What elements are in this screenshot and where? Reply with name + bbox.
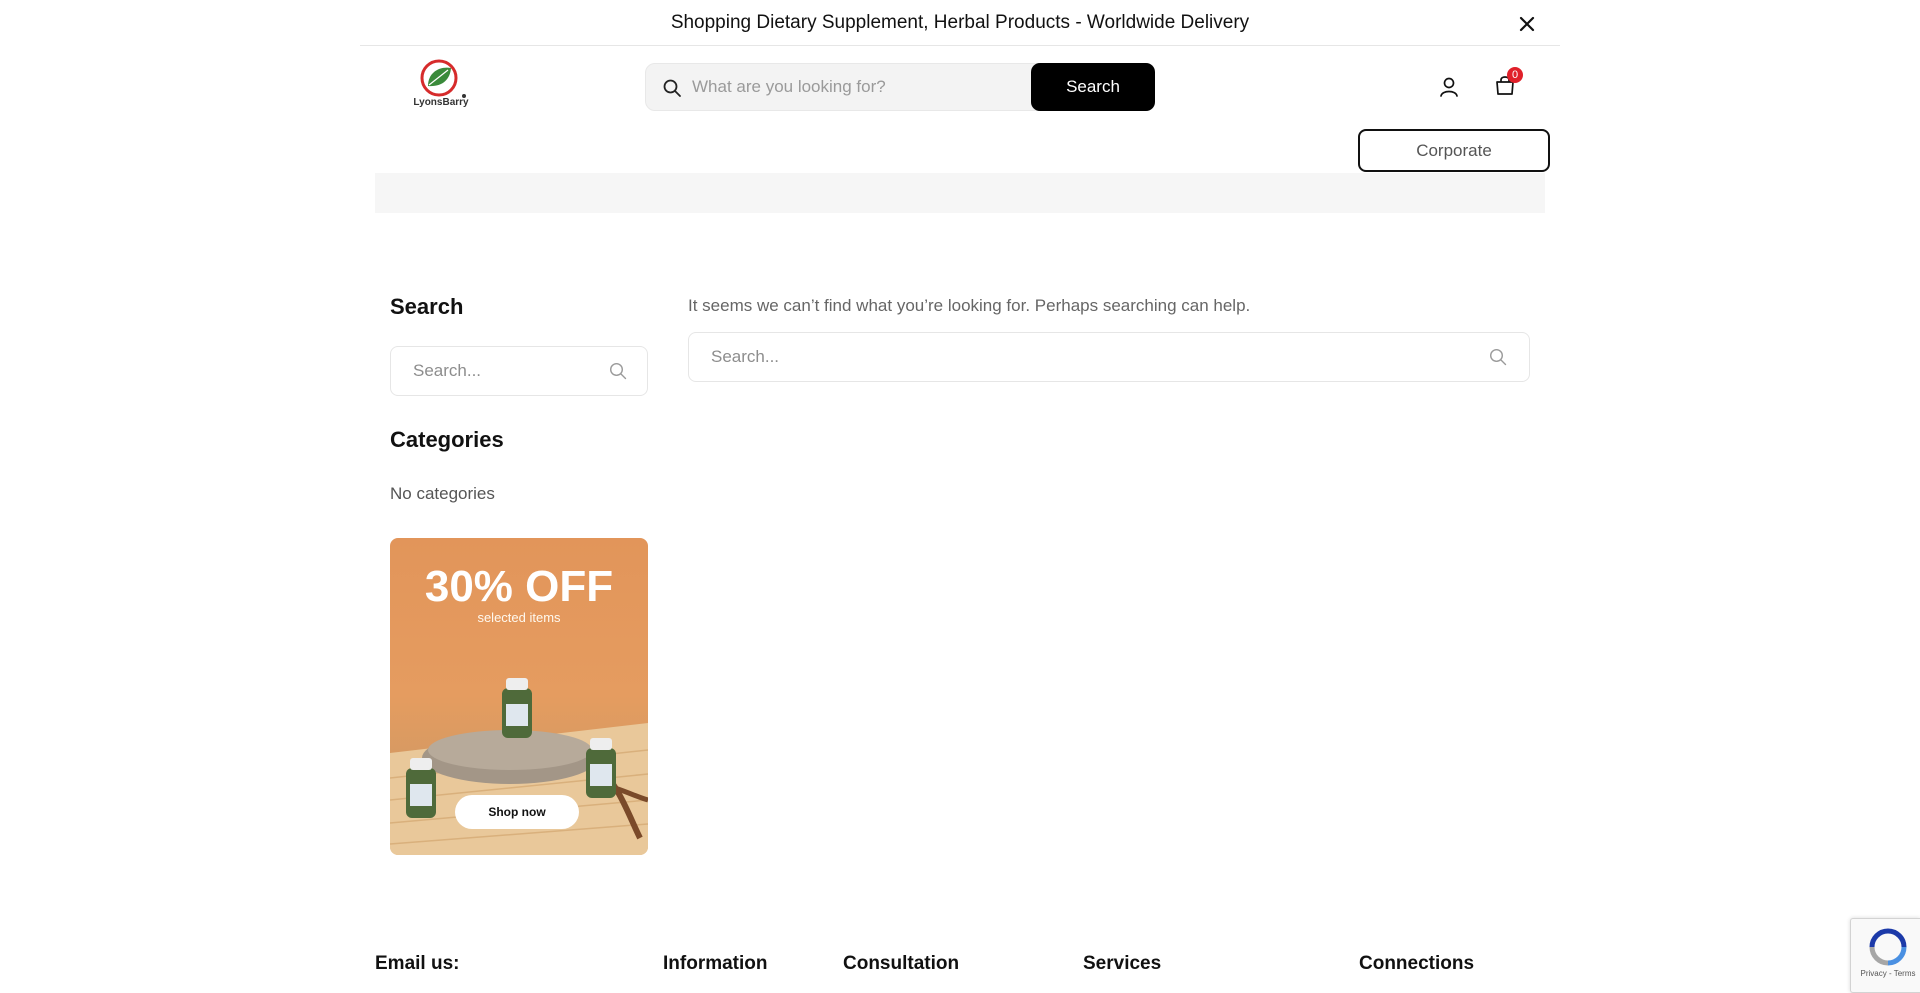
search-icon[interactable] — [609, 362, 627, 380]
breadcrumb-band — [375, 173, 1545, 213]
footer-heading-connections: Connections — [1359, 953, 1475, 974]
corporate-button[interactable]: Corporate — [1358, 129, 1550, 172]
promo-banner[interactable]: 30% OFF selected items Shop now — [390, 538, 648, 855]
main-search — [688, 332, 1530, 382]
logo-leaf-icon — [420, 59, 466, 98]
sidebar-search — [390, 346, 648, 396]
sidebar-search-heading: Search — [390, 294, 464, 319]
cart-count-badge: 0 — [1507, 67, 1523, 83]
header-search-input[interactable] — [690, 64, 1010, 110]
recaptcha-icon — [1869, 928, 1907, 966]
announcement-text: Shopping Dietary Supplement, Herbal Prod… — [670, 11, 1250, 33]
footer-heading-email: Email us: — [375, 953, 460, 974]
main-search-input[interactable] — [709, 333, 1469, 381]
promo-title: 30% OFF — [424, 562, 614, 611]
recaptcha-badge[interactable]: Privacy - Terms — [1850, 918, 1920, 993]
sidebar-categories-heading: Categories — [390, 427, 504, 452]
announcement-bar: Shopping Dietary Supplement, Herbal Prod… — [360, 0, 1560, 46]
footer-heading-services: Services — [1083, 953, 1162, 974]
header-search: Search — [645, 63, 1155, 111]
header-search-button[interactable]: Search — [1031, 63, 1155, 111]
close-icon[interactable] — [1518, 15, 1536, 33]
search-icon[interactable] — [1489, 348, 1507, 366]
recaptcha-privacy-terms[interactable]: Privacy - Terms — [1856, 969, 1920, 978]
sidebar-search-input[interactable] — [411, 347, 601, 395]
shop-now-button[interactable]: Shop now — [455, 795, 579, 829]
not-found-message: It seems we can’t find what you’re looki… — [688, 296, 1251, 315]
search-icon — [663, 79, 681, 97]
site-logo[interactable]: LyonsBarry — [406, 56, 476, 114]
no-categories-text: No categories — [390, 484, 495, 503]
footer-heading-consultation: Consultation — [843, 953, 960, 974]
promo-subtitle: selected items — [477, 610, 561, 625]
user-account-icon[interactable] — [1438, 76, 1460, 98]
logo-text: LyonsBarry — [413, 97, 469, 108]
footer-heading-information: Information — [663, 953, 768, 974]
